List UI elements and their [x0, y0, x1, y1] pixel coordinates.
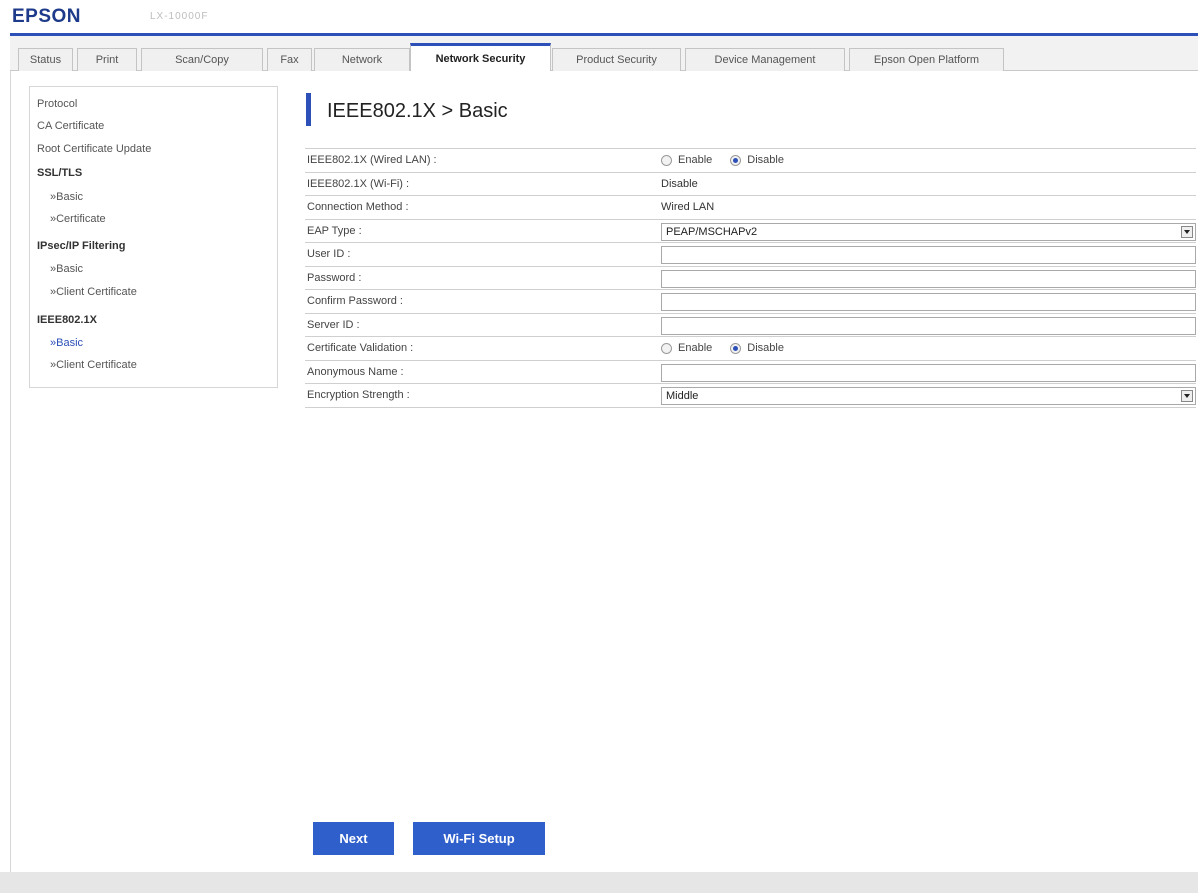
row-certificate-validation: Certificate Validation : Enable Disable [305, 337, 1196, 361]
row-encryption-strength: Encryption Strength : Middle [305, 384, 1196, 408]
chevron-down-icon [1181, 225, 1193, 238]
footer-bar [0, 872, 1198, 893]
sidebar-heading-ipsec[interactable]: IPsec/IP Filtering [37, 240, 125, 252]
title-accent-bar [306, 93, 311, 126]
radio-label: Disable [747, 342, 784, 354]
certificate-validation-label: Certificate Validation : [307, 342, 414, 354]
sidebar: Protocol CA Certificate Root Certificate… [29, 86, 278, 388]
row-server-id: Server ID : [305, 314, 1196, 337]
encryption-strength-label: Encryption Strength : [307, 389, 410, 401]
row-wifi: IEEE802.1X (Wi-Fi) : Disable [305, 173, 1196, 196]
cert-validation-disable-radio[interactable]: Disable [730, 342, 784, 354]
user-id-label: User ID : [307, 248, 351, 260]
cert-validation-enable-radio[interactable]: Enable [661, 342, 712, 354]
tab-fax[interactable]: Fax [267, 48, 312, 71]
radio-label: Disable [747, 154, 784, 166]
sidebar-item-ca-certificate[interactable]: CA Certificate [37, 120, 104, 132]
tab-epson-open-platform[interactable]: Epson Open Platform [849, 48, 1004, 71]
connection-method-label: Connection Method : [307, 201, 409, 213]
radio-unchecked-icon [661, 154, 672, 166]
sidebar-item-root-certificate-update[interactable]: Root Certificate Update [37, 143, 151, 155]
epson-logo: EPSON [12, 6, 82, 27]
sidebar-heading-ssl-tls[interactable]: SSL/TLS [37, 167, 82, 179]
encryption-strength-select[interactable]: Middle [661, 387, 1196, 405]
model-name: LX-10000F [150, 11, 209, 22]
password-input[interactable] [661, 269, 1196, 288]
password-label: Password : [307, 271, 362, 284]
row-eap-type: EAP Type : PEAP/MSCHAPv2 [305, 220, 1196, 243]
eap-type-label: EAP Type : [307, 224, 362, 237]
row-wired-lan: IEEE802.1X (Wired LAN) : Enable Disable [305, 149, 1196, 173]
confirm-password-label: Confirm Password : [307, 295, 403, 307]
anonymous-name-input[interactable] [661, 363, 1196, 382]
radio-checked-icon [730, 342, 742, 354]
user-id-input[interactable] [661, 246, 1196, 264]
server-id-label: Server ID : [307, 318, 360, 331]
radio-label: Enable [678, 342, 713, 354]
sidebar-item-ipsec-client-certificate[interactable]: »Client Certificate [50, 286, 137, 298]
row-connection-method: Connection Method : Wired LAN [305, 196, 1196, 220]
chevron-down-icon [1181, 390, 1193, 402]
confirm-password-input[interactable] [661, 293, 1196, 311]
sidebar-item-ieee-basic[interactable]: »Basic [50, 337, 83, 349]
sidebar-item-protocol[interactable]: Protocol [37, 98, 77, 110]
header: EPSON LX-10000F [0, 0, 1198, 34]
sidebar-heading-ieee8021x[interactable]: IEEE802.1X [37, 314, 97, 326]
radio-checked-icon [730, 154, 742, 166]
row-anonymous-name: Anonymous Name : [305, 361, 1196, 384]
eap-type-selected-value: PEAP/MSCHAPv2 [666, 225, 758, 238]
wifi-value: Disable [661, 177, 698, 190]
tab-status[interactable]: Status [18, 48, 73, 71]
row-user-id: User ID : [305, 243, 1196, 267]
radio-label: Enable [678, 154, 713, 166]
tab-device-management[interactable]: Device Management [685, 48, 845, 71]
radio-unchecked-icon [661, 342, 672, 354]
encryption-strength-selected-value: Middle [666, 390, 699, 402]
eap-type-select[interactable]: PEAP/MSCHAPv2 [661, 222, 1196, 241]
anonymous-name-label: Anonymous Name : [307, 365, 404, 378]
tab-bar: Status Print Scan/Copy Fax Network Netwo… [10, 36, 1198, 72]
sidebar-item-ssl-basic[interactable]: »Basic [50, 191, 83, 203]
wired-lan-label: IEEE802.1X (Wired LAN) : [307, 154, 437, 166]
tab-network[interactable]: Network [314, 48, 410, 71]
tab-network-security[interactable]: Network Security [410, 43, 551, 72]
wifi-setup-button[interactable]: Wi-Fi Setup [413, 822, 545, 855]
wired-lan-disable-radio[interactable]: Disable [730, 154, 784, 166]
tab-print[interactable]: Print [77, 48, 137, 71]
sidebar-item-ipsec-basic[interactable]: »Basic [50, 263, 83, 275]
tab-product-security[interactable]: Product Security [552, 48, 681, 71]
tab-scan-copy[interactable]: Scan/Copy [141, 48, 263, 71]
connection-method-value: Wired LAN [661, 201, 715, 213]
sidebar-item-ieee-client-certificate[interactable]: »Client Certificate [50, 359, 137, 371]
wired-lan-enable-radio[interactable]: Enable [661, 154, 712, 166]
row-confirm-password: Confirm Password : [305, 290, 1196, 314]
wifi-label: IEEE802.1X (Wi-Fi) : [307, 177, 410, 190]
sidebar-item-ssl-certificate[interactable]: »Certificate [50, 213, 106, 225]
page-title: IEEE802.1X > Basic [327, 100, 508, 122]
row-password: Password : [305, 267, 1196, 290]
settings-form: IEEE802.1X (Wired LAN) : Enable Disable … [305, 148, 1196, 408]
certificate-validation-radio-group: Enable Disable [661, 341, 802, 355]
server-id-input[interactable] [661, 316, 1196, 335]
wired-lan-radio-group: Enable Disable [661, 153, 802, 167]
next-button[interactable]: Next [313, 822, 394, 855]
